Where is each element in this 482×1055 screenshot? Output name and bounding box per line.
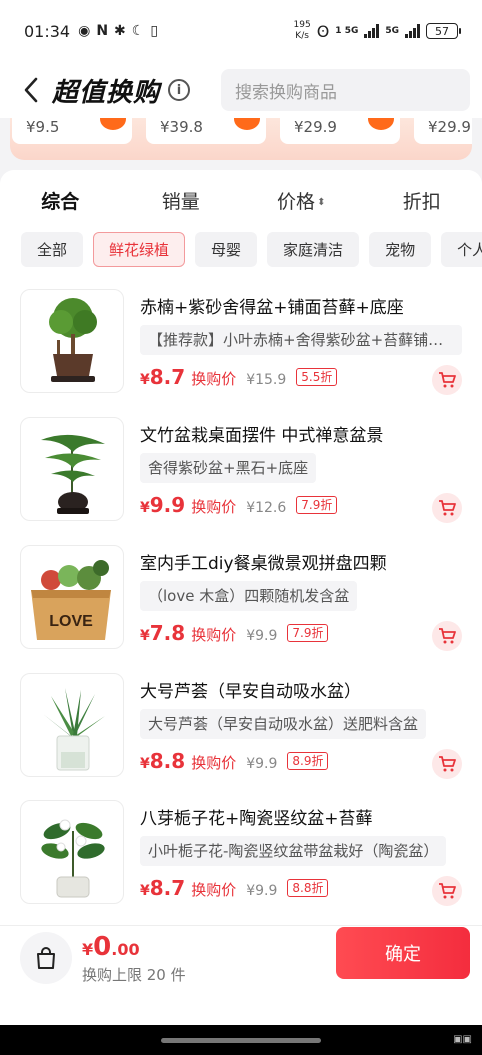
list-item[interactable]: LOVE 室内手工diy餐桌微景观拼盘四颗 （love 木盒）四颗随机发含盆 ¥…: [20, 545, 470, 655]
info-icon[interactable]: i: [168, 79, 191, 101]
price-row: ¥7.8 换购价 ¥9.9 7.9折: [140, 621, 329, 645]
price-row: ¥8.8 换购价 ¥9.9 8.9折: [140, 749, 329, 773]
chip-cleaning[interactable]: 家庭清洁: [267, 232, 360, 267]
sim1-label: 1 5G: [335, 26, 359, 36]
product-image: [20, 289, 124, 393]
n-icon: N: [96, 23, 109, 39]
promo-badge-icon: [368, 118, 394, 130]
chip-flowers[interactable]: 鲜花绿植: [93, 232, 186, 267]
promo-card[interactable]: ¥29.9: [280, 118, 400, 144]
hotspot-icon: ʘ: [316, 21, 330, 41]
list-item[interactable]: 赤楠+紫砂舍得盆+铺面苔藓+底座 【推荐款】小叶赤楠+舍得紫砂盆+苔藓铺面… ¥…: [20, 289, 470, 399]
total-price: ¥0.00: [82, 932, 140, 962]
discount-badge: 5.5折: [296, 368, 338, 386]
eye-icon: ◉: [78, 23, 91, 39]
product-image: [20, 417, 124, 521]
product-image: LOVE: [20, 545, 124, 649]
signal-icon: [364, 24, 380, 38]
love-label: LOVE: [49, 613, 93, 630]
chip-pets[interactable]: 宠物: [369, 232, 432, 267]
add-to-cart-icon[interactable]: [432, 621, 462, 651]
product-panel: 综合 销量 价格 ⬍ 折扣 全部 鲜花绿植 母婴 家庭清洁 宠物 个人 赤楠+紫砂…: [0, 170, 482, 925]
price-row: ¥8.7 换购价 ¥15.9 5.5折: [140, 365, 338, 389]
sim2-label: 5G: [385, 26, 399, 36]
chip-all[interactable]: 全部: [21, 232, 84, 267]
checkout-bar: ¥0.00 换购上限 20 件 确定: [0, 925, 482, 1025]
tab-comprehensive[interactable]: 综合: [0, 187, 121, 214]
net-speed: 195 K/s: [293, 20, 311, 41]
product-spec[interactable]: 【推荐款】小叶赤楠+舍得紫砂盆+苔藓铺面…: [140, 325, 462, 355]
list-item[interactable]: 文竹盆栽桌面摆件 中式禅意盆景 舍得紫砂盆+黑石+底座 ¥9.9 换购价 ¥12…: [20, 417, 470, 527]
list-item[interactable]: 大号芦荟（早安自动吸水盆） 大号芦荟（早安自动吸水盆）送肥料含盆 ¥8.8 换购…: [20, 673, 470, 783]
app-header: 超值换购 i 搜索换购商品: [0, 62, 482, 118]
corner-icon: ▣▣: [453, 1034, 472, 1045]
category-chips: 全部 鲜花绿植 母婴 家庭清洁 宠物 个人: [21, 232, 482, 267]
product-name: 八芽栀子花+陶瓷竖纹盆+苔藓: [140, 809, 373, 829]
product-spec[interactable]: 大号芦荟（早安自动吸水盆）送肥料含盆: [140, 709, 427, 739]
product-name: 大号芦荟（早安自动吸水盆）: [140, 682, 361, 702]
product-image: [20, 673, 124, 777]
confirm-button[interactable]: 确定: [336, 927, 470, 979]
add-to-cart-icon[interactable]: [432, 749, 462, 779]
battery-icon: 57: [426, 23, 461, 39]
promo-badge-icon: [234, 118, 260, 130]
vibrate-icon: ▯: [150, 23, 159, 39]
product-name: 文竹盆栽桌面摆件 中式禅意盆景: [140, 426, 384, 446]
discount-badge: 8.9折: [287, 752, 329, 770]
list-item[interactable]: 八芽栀子花+陶瓷竖纹盆+苔藓 小叶栀子花-陶瓷竖纹盆带盆栽好（陶瓷盆） ¥8.7…: [20, 800, 470, 910]
chevron-left-icon[interactable]: [10, 68, 52, 112]
tab-discount[interactable]: 折扣: [362, 187, 482, 214]
sort-arrows-icon: ⬍: [317, 196, 326, 208]
tab-price[interactable]: 价格 ⬍: [241, 187, 362, 214]
bluetooth-icon: ✱: [114, 23, 126, 39]
home-indicator[interactable]: [161, 1038, 321, 1043]
product-image: [20, 800, 124, 904]
price-row: ¥8.7 换购价 ¥9.9 8.8折: [140, 876, 329, 900]
product-spec[interactable]: 小叶栀子花-陶瓷竖纹盆带盆栽好（陶瓷盆）: [140, 836, 447, 866]
product-spec[interactable]: （love 木盒）四颗随机发含盆: [140, 581, 358, 611]
moon-icon: ☾: [131, 23, 145, 39]
system-nav-bar: ▣▣: [0, 1025, 482, 1055]
clock: 01:34: [24, 21, 71, 41]
promo-card[interactable]: ¥29.9: [414, 118, 472, 144]
chip-personal[interactable]: 个人: [441, 232, 482, 267]
add-to-cart-icon[interactable]: [432, 493, 462, 523]
price-row: ¥9.9 换购价 ¥12.6 7.9折: [140, 493, 338, 517]
promo-strip: ¥9.5 ¥39.8 ¥29.9 ¥29.9: [10, 118, 472, 160]
promo-card[interactable]: ¥39.8: [146, 118, 266, 144]
status-bar: 01:34 ◉ N ✱ ☾ ▯ 195 K/s ʘ 1 5G 5G 57: [0, 0, 482, 62]
add-to-cart-icon[interactable]: [432, 876, 462, 906]
promo-card[interactable]: ¥9.5: [12, 118, 132, 144]
chip-baby[interactable]: 母婴: [195, 232, 258, 267]
product-name: 赤楠+紫砂舍得盆+铺面苔藓+底座: [140, 298, 404, 318]
add-to-cart-icon[interactable]: [432, 365, 462, 395]
discount-badge: 8.8折: [287, 879, 329, 897]
product-spec[interactable]: 舍得紫砂盆+黑石+底座: [140, 453, 317, 483]
limit-text: 换购上限 20 件: [82, 966, 186, 984]
discount-badge: 7.9折: [296, 496, 338, 514]
shopping-bag-icon[interactable]: [20, 932, 72, 984]
discount-badge: 7.9折: [287, 624, 329, 642]
page-title: 超值换购: [52, 77, 161, 108]
product-name: 室内手工diy餐桌微景观拼盘四颗: [140, 554, 387, 574]
tab-sales[interactable]: 销量: [121, 187, 242, 214]
sort-tabs: 综合 销量 价格 ⬍ 折扣: [0, 170, 482, 228]
signal-icon-2: [405, 24, 420, 38]
search-input[interactable]: 搜索换购商品: [221, 69, 470, 111]
promo-badge-icon: [100, 118, 126, 130]
